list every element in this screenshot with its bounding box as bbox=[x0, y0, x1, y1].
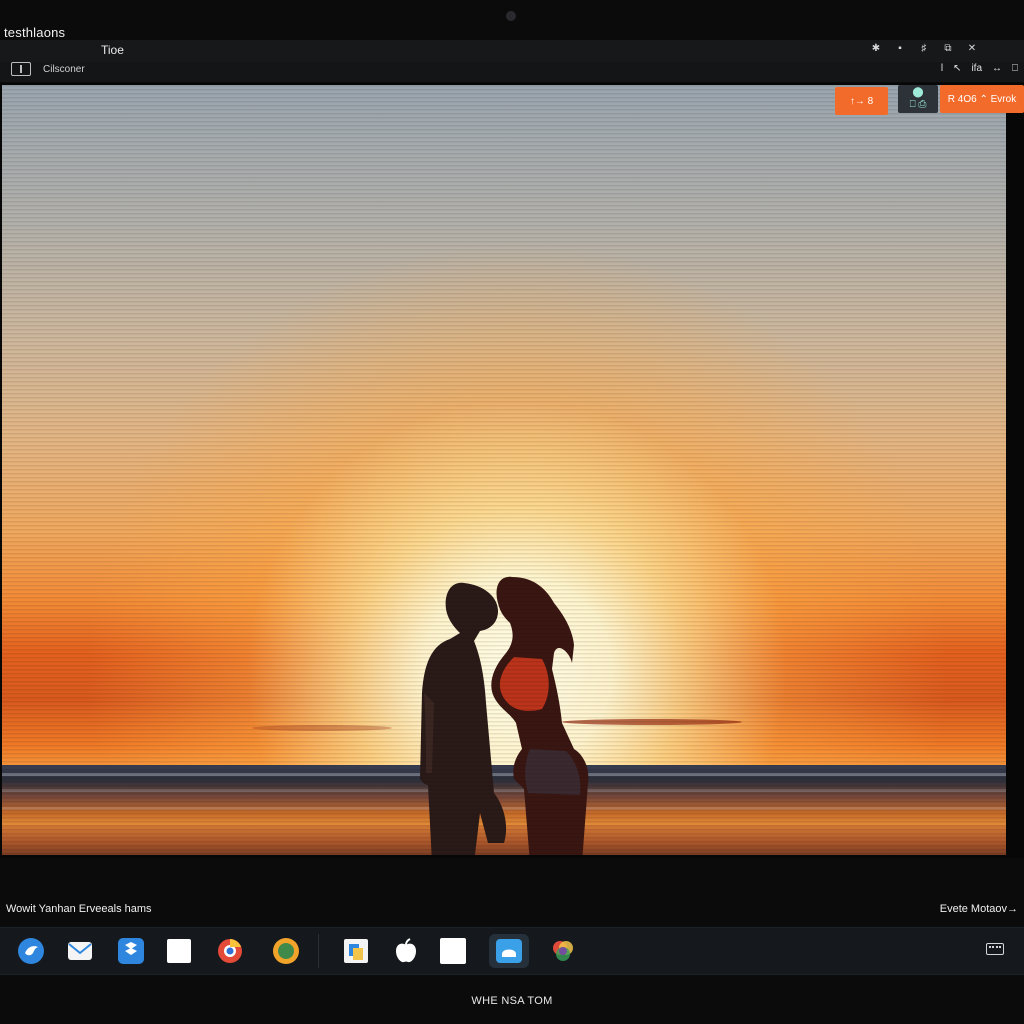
toolbar-action-3[interactable]: ifa bbox=[971, 63, 982, 74]
info-right-link[interactable]: Evete Motaov→ bbox=[940, 903, 1018, 915]
camera-dot bbox=[506, 11, 516, 21]
cloud-streak bbox=[252, 725, 392, 731]
toolbar-actions: l ↖ ifa ↔ ⎕ bbox=[941, 63, 1018, 74]
footer-caption: WHE NSA TOM bbox=[471, 995, 553, 1007]
mail-icon[interactable] bbox=[63, 934, 97, 968]
overlay-badge-dark[interactable]: ⬤ ⎕ ⎙ bbox=[898, 85, 938, 113]
dock-separator bbox=[318, 934, 319, 968]
apple-icon[interactable] bbox=[389, 934, 423, 968]
sunset-photo bbox=[2, 85, 1006, 855]
white-square-icon[interactable] bbox=[436, 934, 470, 968]
blank-doc-icon[interactable] bbox=[162, 934, 196, 968]
overlay-badge-status[interactable]: R 4O6 ⌃ Evrok bbox=[940, 85, 1024, 113]
window-title: Tioe bbox=[101, 43, 124, 57]
finder-icon[interactable] bbox=[339, 934, 373, 968]
stop-icon[interactable]: ▪ bbox=[894, 43, 906, 54]
overlay-badge-bottom: ⎕ ⎙ bbox=[909, 99, 927, 110]
grid-icon[interactable]: ♯ bbox=[918, 43, 930, 54]
close-icon[interactable]: ✕ bbox=[966, 43, 978, 54]
toolbar: Cilsconer l ↖ ifa ↔ ⎕ bbox=[0, 62, 1024, 82]
toolbar-action-5[interactable]: ⎕ bbox=[1012, 63, 1018, 74]
cloud-app-icon[interactable] bbox=[489, 934, 529, 968]
bird-icon[interactable] bbox=[14, 934, 48, 968]
overlay-badge-orange[interactable]: ↑→ 8 bbox=[835, 87, 888, 115]
overlay-badge-top: ⬤ bbox=[912, 87, 924, 98]
color-wheel-icon[interactable] bbox=[546, 934, 580, 968]
chrome-icon[interactable] bbox=[213, 934, 247, 968]
title-bar: Tioe ✱ ▪ ♯ ⧉ ✕ bbox=[0, 40, 1024, 63]
toolbar-action-4[interactable]: ↔ bbox=[992, 63, 1002, 74]
info-bar: Wowit Yanhan Erveeals hams Evete Motaov→ bbox=[0, 895, 1024, 925]
toolbar-action-1[interactable]: l bbox=[941, 63, 943, 74]
restore-icon[interactable]: ⧉ bbox=[942, 43, 954, 54]
keyboard-icon[interactable] bbox=[986, 943, 1004, 955]
info-left-text: Wowit Yanhan Erveeals hams bbox=[6, 903, 152, 915]
toolbar-action-2[interactable]: ↖ bbox=[953, 63, 961, 74]
toolbar-label: Cilsconer bbox=[43, 64, 85, 75]
dropbox-icon[interactable] bbox=[114, 934, 148, 968]
globe-icon[interactable] bbox=[269, 934, 303, 968]
couple-silhouette bbox=[420, 576, 589, 855]
image-viewer: ↑→ 8 ⬤ ⎕ ⎙ R 4O6 ⌃ Evrok bbox=[0, 83, 1024, 858]
sidebar-toggle-icon[interactable] bbox=[11, 62, 31, 76]
app-label: testhlaons bbox=[4, 25, 66, 40]
dock bbox=[0, 927, 1024, 975]
window-controls: ✱ ▪ ♯ ⧉ ✕ bbox=[870, 43, 978, 54]
settings-icon[interactable]: ✱ bbox=[870, 43, 882, 54]
